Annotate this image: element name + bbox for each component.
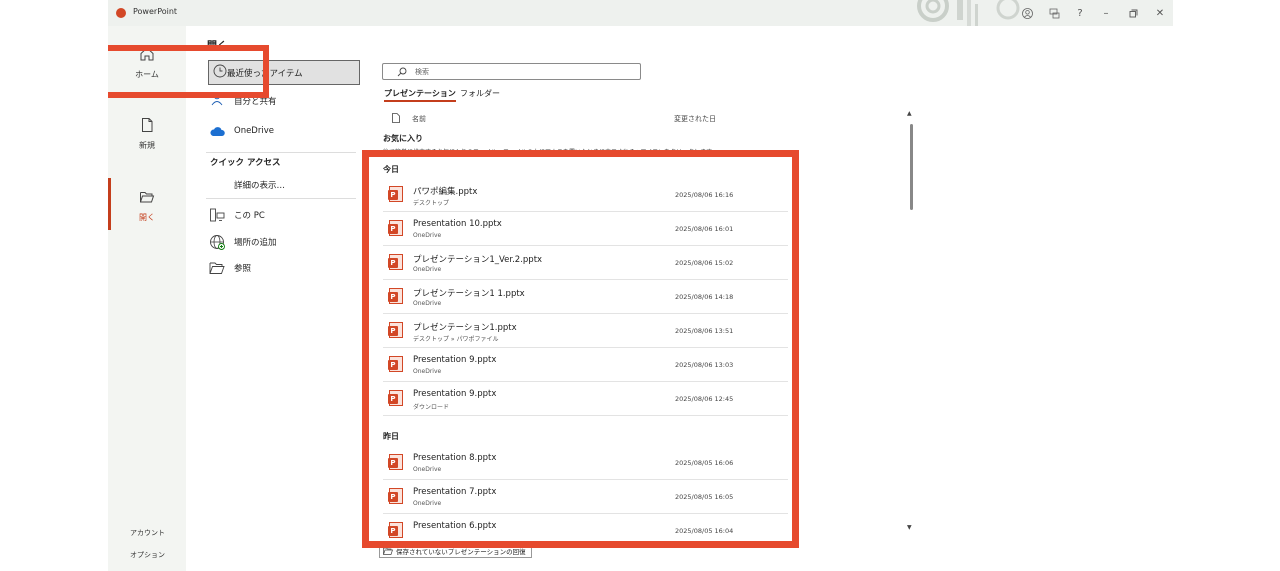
favorites-heading: お気に入り [383,134,423,143]
nav-open[interactable]: 開く [108,189,186,223]
column-header-modified[interactable]: 変更された日 [674,114,716,124]
document-column-icon [392,113,400,123]
folder-open-icon [140,192,155,203]
sidebar-item-show-more-label: 詳細の表示… [234,181,286,191]
globe-icon [208,233,226,251]
sidebar-item-browse[interactable]: 参照 [208,257,354,279]
feedback-icon[interactable] [1046,5,1062,21]
powerpoint-icon [116,8,126,18]
sidebar-item-add-place-label: 場所の追加 [234,238,277,248]
help-icon[interactable]: ? [1072,5,1088,21]
highlight-file-list [362,150,799,548]
title-bar: PowerPoint ? – ✕ [108,0,1173,26]
nav-options[interactable]: オプション [130,550,165,560]
tab-folders[interactable]: フォルダー [460,88,500,99]
cloud-icon [208,122,226,140]
highlight-recent [108,45,269,98]
folder-icon [208,259,226,277]
banner-decoration [917,0,1020,26]
sidebar-divider [206,152,356,153]
search-icon [397,67,407,76]
nav-new[interactable]: 新規 [108,117,186,151]
nav-account[interactable]: アカウント [130,528,165,538]
sidebar-item-show-more[interactable]: 詳細の表示… [234,174,380,196]
tab-presentations[interactable]: プレゼンテーション [384,88,456,102]
sidebar-item-this-pc[interactable]: この PC [208,204,354,226]
computer-icon [208,206,226,224]
sidebar-item-browse-label: 参照 [234,264,252,274]
sidebar-item-onedrive[interactable]: OneDrive [208,120,354,142]
nav-new-label: 新規 [139,141,155,150]
sidebar-divider [206,198,356,199]
backstage-nav: ホーム 新規 開く アカウント オプション [108,26,186,571]
scroll-up-arrow[interactable]: ▲ [907,110,912,117]
quick-access-heading: クイック アクセス [210,158,281,168]
close-icon[interactable]: ✕ [1152,5,1168,21]
account-icon[interactable] [1019,5,1035,21]
scroll-down-arrow[interactable]: ▼ [907,524,912,531]
search-input[interactable]: 検索 [382,63,641,80]
sidebar-item-add-place[interactable]: 場所の追加 [208,231,354,253]
sidebar-item-onedrive-label: OneDrive [234,126,274,136]
scrollbar-thumb[interactable] [910,124,913,210]
minimize-icon[interactable]: – [1098,5,1114,21]
sidebar-item-this-pc-label: この PC [234,211,265,221]
open-locations-panel: 開く 最近使ったアイテム 自分と共有 OneDrive クイック アクセス 詳細… [186,26,363,571]
new-document-icon [142,118,153,132]
restore-icon[interactable] [1125,5,1141,21]
search-placeholder: 検索 [415,67,429,76]
column-header-name[interactable]: 名前 [412,114,426,124]
nav-open-label: 開く [139,213,155,222]
folder-icon [383,547,393,555]
app-title: PowerPoint [133,7,178,16]
